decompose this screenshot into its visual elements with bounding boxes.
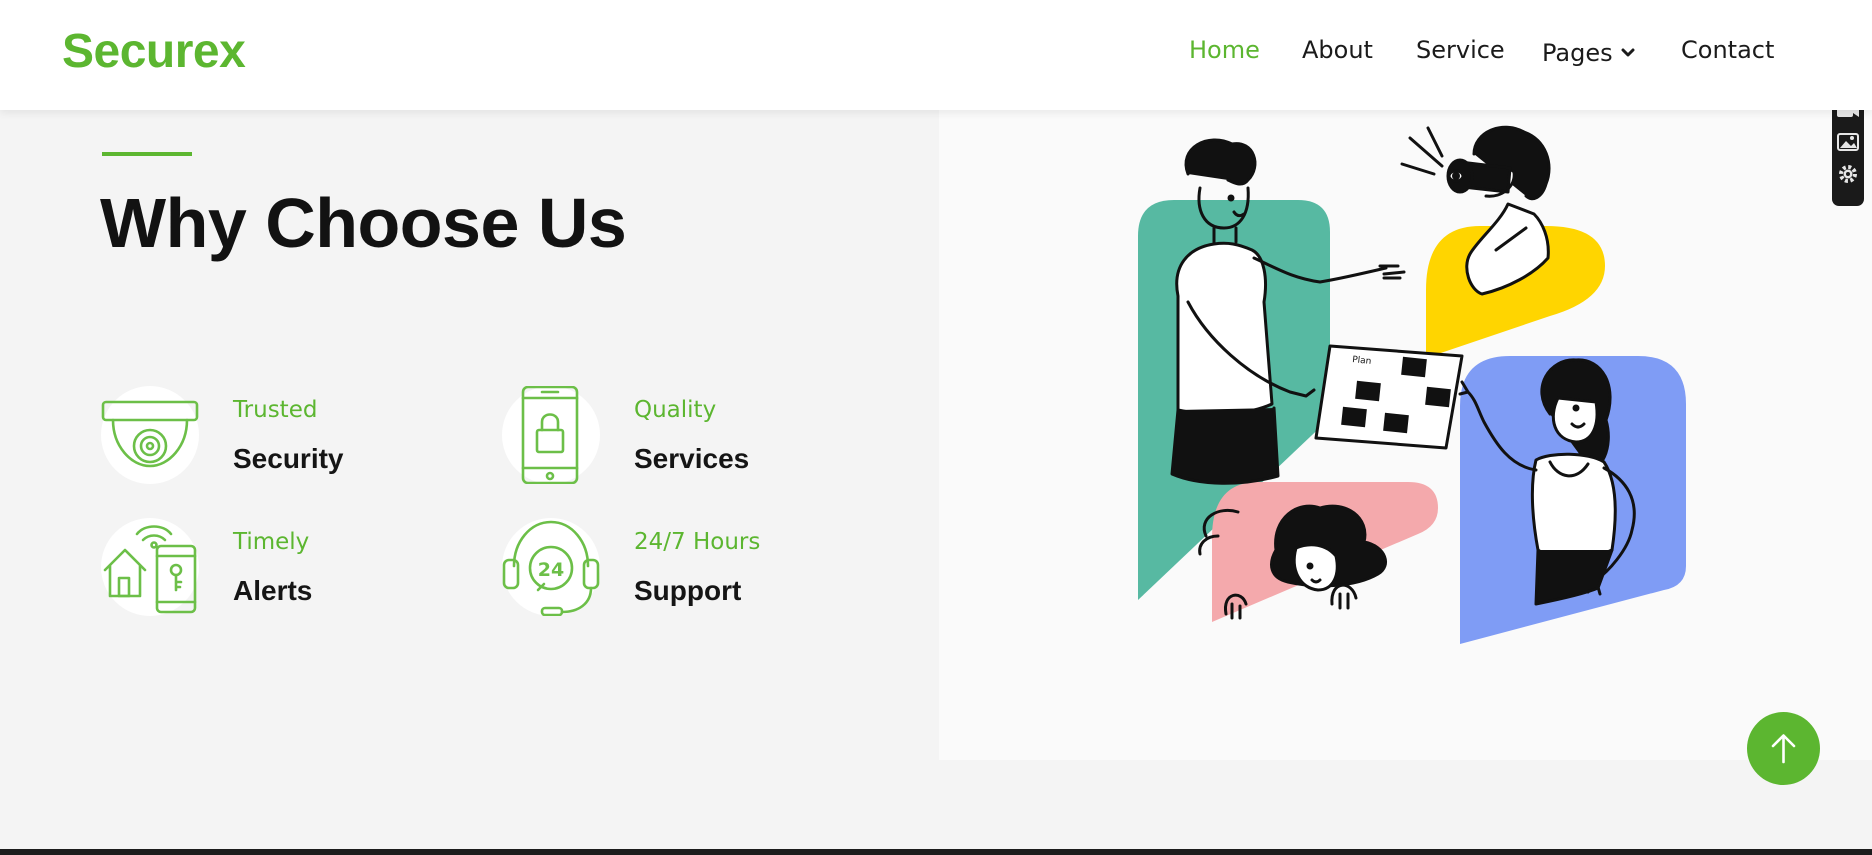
- smartphone-lock-icon: [502, 386, 600, 484]
- nav-home[interactable]: Home: [1189, 36, 1260, 64]
- headset-24-icon: 24: [502, 518, 600, 616]
- title-accent-line: [102, 152, 192, 156]
- feature-title: Services: [634, 443, 750, 474]
- feature-subtitle: Timely: [233, 529, 310, 555]
- feature-title: Support: [634, 575, 742, 606]
- image-icon[interactable]: [1832, 126, 1864, 158]
- arrow-up-icon: [1771, 734, 1796, 764]
- feature-subtitle: 24/7 Hours: [634, 529, 761, 555]
- svg-text:24: 24: [538, 559, 564, 581]
- nav-about[interactable]: About: [1302, 36, 1373, 64]
- nav-pages[interactable]: Pages: [1542, 36, 1635, 67]
- gear-icon[interactable]: [1832, 158, 1864, 190]
- feature-title: Alerts: [233, 575, 313, 606]
- section-title: Why Choose Us: [100, 184, 627, 262]
- nav-pages-label: Pages: [1542, 39, 1613, 67]
- feature-title: Security: [233, 443, 344, 474]
- footer-edge: [0, 849, 1872, 855]
- site-header: Securex Home About Service Pages Contact: [0, 0, 1872, 110]
- feature-subtitle: Trusted: [233, 397, 318, 423]
- main-nav: Home About Service Pages Contact: [0, 36, 1872, 72]
- scroll-to-top-button[interactable]: [1747, 712, 1820, 785]
- nav-contact[interactable]: Contact: [1681, 36, 1774, 64]
- team-illustration: Plan: [1130, 118, 1700, 658]
- feature-subtitle: Quality: [634, 397, 717, 423]
- chevron-down-icon: [1621, 36, 1635, 64]
- cctv-camera-icon: [101, 386, 199, 484]
- smart-home-alert-icon: [101, 518, 199, 616]
- nav-service[interactable]: Service: [1416, 36, 1505, 64]
- svg-text:Plan: Plan: [1352, 355, 1372, 367]
